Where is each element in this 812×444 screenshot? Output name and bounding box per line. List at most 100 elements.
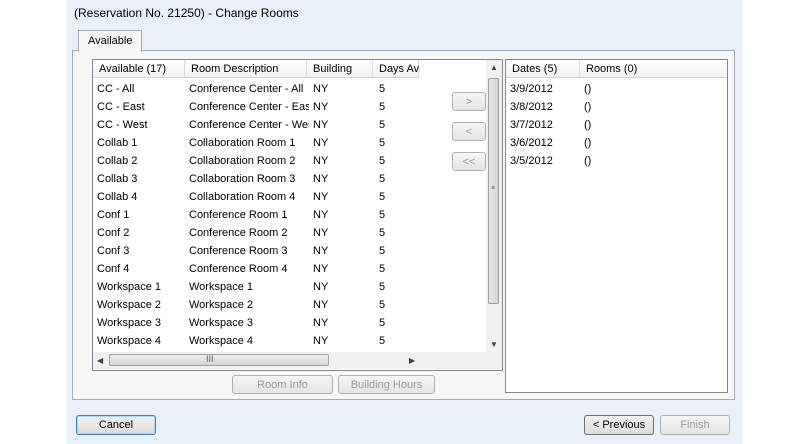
table-cell: 5 bbox=[379, 281, 386, 293]
scroll-left-icon[interactable]: ◀ bbox=[97, 356, 103, 365]
table-cell: 5 bbox=[379, 227, 386, 239]
column-header-label: Room Description bbox=[191, 63, 279, 75]
table-cell: 5 bbox=[379, 245, 386, 257]
table-cell: NY bbox=[313, 281, 329, 293]
table-cell: 5 bbox=[379, 155, 386, 167]
table-cell: Conference Room 1 bbox=[189, 209, 288, 221]
table-row[interactable]: Conf 3 Conference Room 3 NY 5 bbox=[93, 242, 502, 260]
column-header-label: Building bbox=[313, 63, 353, 75]
table-cell: Collab 2 bbox=[97, 155, 138, 167]
table-row[interactable]: CC - West Conference Center - West NY 5 bbox=[93, 116, 502, 134]
previous-button[interactable]: < Previous bbox=[584, 415, 654, 435]
table-cell: 5 bbox=[379, 209, 386, 221]
table-cell: Workspace 2 bbox=[189, 299, 253, 311]
table-row[interactable]: Conf 1 Conference Room 1 NY 5 bbox=[93, 206, 502, 224]
list-item[interactable]: 3/5/2012 () bbox=[506, 152, 727, 170]
table-row[interactable]: Workspace 3 Workspace 3 NY 5 bbox=[93, 314, 502, 332]
tab-available[interactable]: Available bbox=[78, 30, 142, 52]
table-cell: Workspace 3 bbox=[97, 317, 161, 329]
table-cell: Collaboration Room 1 bbox=[189, 137, 296, 149]
table-cell: 5 bbox=[379, 299, 386, 311]
list-item[interactable]: 3/9/2012 () bbox=[506, 80, 727, 98]
cancel-button[interactable]: Cancel bbox=[76, 415, 156, 435]
table-row[interactable]: Conf 2 Conference Room 2 NY 5 bbox=[93, 224, 502, 242]
table-cell: 5 bbox=[379, 137, 386, 149]
window-title: (Reservation No. 21250) - Change Rooms bbox=[74, 6, 299, 20]
table-cell: Workspace 1 bbox=[189, 281, 253, 293]
table-row[interactable]: Workspace 2 Workspace 2 NY 5 bbox=[93, 296, 502, 314]
vertical-scroll-thumb[interactable]: ≡ bbox=[488, 78, 499, 304]
table-cell: NY bbox=[313, 101, 329, 113]
dates-rooms-list[interactable]: Dates (5) Rooms (0) 3/9/2012 () 3/8/2012 ()… bbox=[505, 59, 728, 393]
horizontal-scroll-thumb[interactable]: III bbox=[109, 354, 329, 366]
table-cell: NY bbox=[313, 227, 329, 239]
grip-icon: III bbox=[206, 354, 214, 364]
table-cell: 5 bbox=[379, 191, 386, 203]
finish-button[interactable]: Finish bbox=[660, 415, 730, 435]
list-cell: 3/6/2012 bbox=[510, 137, 553, 149]
column-header-available[interactable]: Available (17) bbox=[93, 60, 185, 78]
list-cell: () bbox=[584, 137, 592, 149]
table-row[interactable]: CC - All Conference Center - All NY 5 bbox=[93, 80, 502, 98]
table-cell: Collab 4 bbox=[97, 191, 138, 203]
list-item[interactable]: 3/7/2012 () bbox=[506, 116, 727, 134]
table-cell: Conf 4 bbox=[97, 263, 130, 275]
column-header-label: Dates (5) bbox=[512, 63, 558, 75]
table-row[interactable]: CC - East Conference Center - East NY 5 bbox=[93, 98, 502, 116]
table-row[interactable]: Collab 4 Collaboration Room 4 NY 5 bbox=[93, 188, 502, 206]
table-cell: Collaboration Room 3 bbox=[189, 173, 296, 185]
table-cell: Conference Center - East bbox=[189, 101, 309, 113]
add-room-button[interactable]: > bbox=[452, 92, 486, 111]
column-header-room-description[interactable]: Room Description bbox=[185, 60, 307, 78]
column-header-dates[interactable]: Dates (5) bbox=[506, 60, 580, 78]
table-row[interactable]: Collab 3 Collaboration Room 3 NY 5 bbox=[93, 170, 502, 188]
table-row[interactable]: Workspace 1 Workspace 1 NY 5 bbox=[93, 278, 502, 296]
table-cell: Conference Center - All bbox=[189, 83, 304, 95]
list-cell: 3/7/2012 bbox=[510, 119, 553, 131]
table-cell: CC - West bbox=[97, 119, 148, 131]
scroll-up-icon[interactable]: ▲ bbox=[490, 63, 498, 72]
table-cell: NY bbox=[313, 299, 329, 311]
column-header-rooms[interactable]: Rooms (0) bbox=[580, 60, 727, 78]
column-header-building[interactable]: Building bbox=[307, 60, 373, 78]
column-header-label: Rooms (0) bbox=[586, 63, 638, 75]
table-cell: NY bbox=[313, 263, 329, 275]
table-cell: Collab 3 bbox=[97, 173, 138, 185]
table-cell: Collab 1 bbox=[97, 137, 138, 149]
table-cell: Workspace 4 bbox=[97, 335, 161, 347]
list-cell: () bbox=[584, 83, 592, 95]
table-cell: 5 bbox=[379, 101, 386, 113]
table-cell: NY bbox=[313, 209, 329, 221]
table-cell: Workspace 3 bbox=[189, 317, 253, 329]
column-header-label: Available (17) bbox=[99, 63, 167, 75]
table-row[interactable]: Collab 1 Collaboration Room 1 NY 5 bbox=[93, 134, 502, 152]
table-cell: Conf 3 bbox=[97, 245, 130, 257]
table-row[interactable]: Collab 2 Collaboration Room 2 NY 5 bbox=[93, 152, 502, 170]
grip-icon: ≡ bbox=[491, 185, 496, 192]
available-vertical-scrollbar[interactable]: ▲ ≡ ▼ bbox=[486, 60, 502, 352]
table-cell: NY bbox=[313, 335, 329, 347]
list-item[interactable]: 3/8/2012 () bbox=[506, 98, 727, 116]
table-cell: NY bbox=[313, 137, 329, 149]
tab-available-label: Available bbox=[88, 35, 133, 47]
remove-room-button[interactable]: < bbox=[452, 122, 486, 141]
table-cell: NY bbox=[313, 83, 329, 95]
table-cell: Conference Center - West bbox=[189, 119, 309, 131]
column-header-days-available[interactable]: Days Av bbox=[373, 60, 419, 78]
table-cell: 5 bbox=[379, 263, 386, 275]
room-info-button[interactable]: Room Info bbox=[232, 375, 333, 394]
table-row[interactable]: Workspace 4 Workspace 4 NY 5 bbox=[93, 332, 502, 350]
scroll-down-icon[interactable]: ▼ bbox=[490, 340, 498, 349]
building-hours-button[interactable]: Building Hours bbox=[338, 375, 435, 394]
table-cell: Conf 1 bbox=[97, 209, 130, 221]
remove-all-rooms-button[interactable]: << bbox=[452, 152, 486, 171]
table-cell: NY bbox=[313, 245, 329, 257]
table-cell: Conference Room 4 bbox=[189, 263, 288, 275]
table-row[interactable]: Conf 4 Conference Room 4 NY 5 bbox=[93, 260, 502, 278]
available-horizontal-scrollbar[interactable]: ◀ III ▶ bbox=[93, 352, 502, 369]
scroll-right-icon[interactable]: ▶ bbox=[409, 356, 415, 365]
table-cell: 5 bbox=[379, 83, 386, 95]
list-item[interactable]: 3/6/2012 () bbox=[506, 134, 727, 152]
available-rooms-list[interactable]: Available (17) Room Description Building… bbox=[92, 59, 503, 371]
table-cell: NY bbox=[313, 191, 329, 203]
